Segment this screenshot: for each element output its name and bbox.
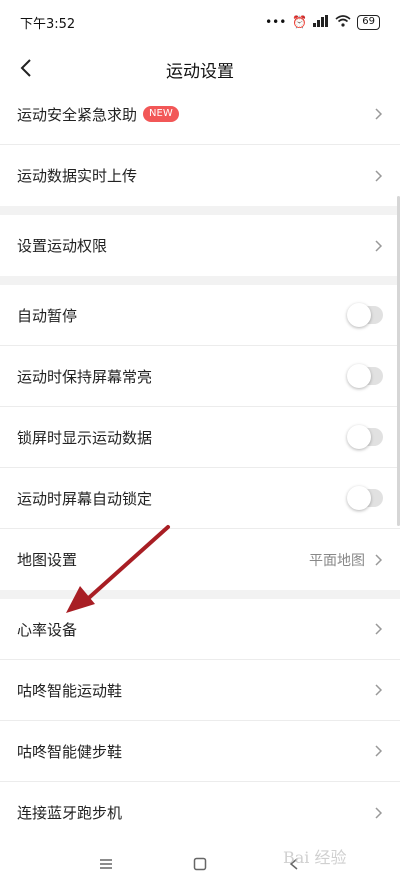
setting-row-realtime-upload[interactable]: 运动数据实时上传 [0, 145, 400, 206]
battery-indicator: 69 [357, 14, 380, 30]
wifi-icon [335, 14, 351, 30]
settings-list: 运动安全紧急求助 NEW 运动数据实时上传 设置运动权限 自动暂停 运动时保持屏幕… [0, 84, 400, 843]
setting-label: 运动时保持屏幕常亮 [17, 367, 153, 386]
home-button[interactable] [188, 852, 212, 876]
toggle-knob [347, 486, 371, 510]
setting-row-bluetooth-treadmill[interactable]: 连接蓝牙跑步机 [0, 782, 400, 843]
chevron-right-icon [375, 806, 383, 819]
more-icon: ••• [265, 15, 287, 29]
signal-icon [313, 14, 329, 30]
setting-label: 咕咚智能健步鞋 [17, 742, 123, 761]
toggle-knob [347, 425, 371, 449]
section-divider [0, 590, 400, 599]
setting-row-keep-screen-on: 运动时保持屏幕常亮 [0, 346, 400, 407]
setting-row-emergency-help[interactable]: 运动安全紧急求助 NEW [0, 84, 400, 145]
auto-pause-toggle[interactable] [347, 303, 383, 327]
menu-icon [100, 859, 112, 869]
chevron-right-icon [375, 623, 383, 635]
toggle-knob [347, 364, 371, 388]
setting-row-permissions[interactable]: 设置运动权限 [0, 215, 400, 276]
setting-label: 运动数据实时上传 [17, 167, 138, 185]
setting-label: 运动安全紧急求助 NEW [17, 104, 373, 125]
toggle-knob [347, 303, 371, 327]
setting-label: 设置运动权限 [17, 237, 108, 255]
chevron-right-icon [375, 239, 383, 252]
setting-label-text: 运动安全紧急求助 [17, 105, 138, 124]
chevron-right-icon [375, 108, 383, 120]
setting-label: 地图设置 [17, 551, 78, 569]
section-divider [0, 276, 400, 285]
setting-label: 连接蓝牙跑步机 [17, 804, 123, 822]
setting-label: 咕咚智能运动鞋 [17, 681, 123, 700]
keep-screen-on-toggle[interactable] [347, 364, 383, 388]
auto-lock-toggle[interactable] [347, 486, 383, 510]
chevron-right-icon [375, 553, 383, 566]
chevron-right-icon [375, 745, 383, 757]
page-title: 运动设置 [166, 61, 234, 82]
chevron-left-icon [20, 59, 31, 77]
setting-row-map[interactable]: 地图设置 平面地图 [0, 529, 400, 590]
lockscreen-data-toggle[interactable] [347, 425, 383, 449]
setting-label: 锁屏时显示运动数据 [17, 428, 153, 447]
setting-row-lockscreen-data: 锁屏时显示运动数据 [0, 407, 400, 468]
map-setting-value: 平面地图 [309, 552, 365, 569]
section-divider [0, 206, 400, 215]
back-button[interactable] [10, 52, 42, 84]
status-time: 下午3:52 [20, 16, 76, 32]
setting-row-smart-running-shoes[interactable]: 咕咚智能运动鞋 [0, 660, 400, 721]
setting-row-heart-rate-device[interactable]: 心率设备 [0, 599, 400, 660]
setting-label: 心率设备 [17, 620, 78, 639]
setting-row-auto-pause: 自动暂停 [0, 285, 400, 346]
setting-row-auto-lock: 运动时屏幕自动锁定 [0, 468, 400, 529]
chevron-right-icon [375, 169, 383, 182]
setting-label: 自动暂停 [17, 306, 78, 325]
setting-label: 运动时屏幕自动锁定 [17, 489, 153, 508]
chevron-right-icon [375, 684, 383, 696]
status-bar: 下午3:52 ••• ⏰ 69 [0, 0, 400, 44]
watermark-logo: Bai 经验 [283, 848, 347, 867]
setting-row-smart-walking-shoes[interactable]: 咕咚智能健步鞋 [0, 721, 400, 782]
alarm-icon: ⏰ [292, 15, 308, 29]
new-badge: NEW [143, 106, 179, 122]
menu-button[interactable] [94, 852, 118, 876]
home-icon [193, 857, 207, 871]
status-icons: ••• ⏰ 69 [265, 14, 380, 30]
